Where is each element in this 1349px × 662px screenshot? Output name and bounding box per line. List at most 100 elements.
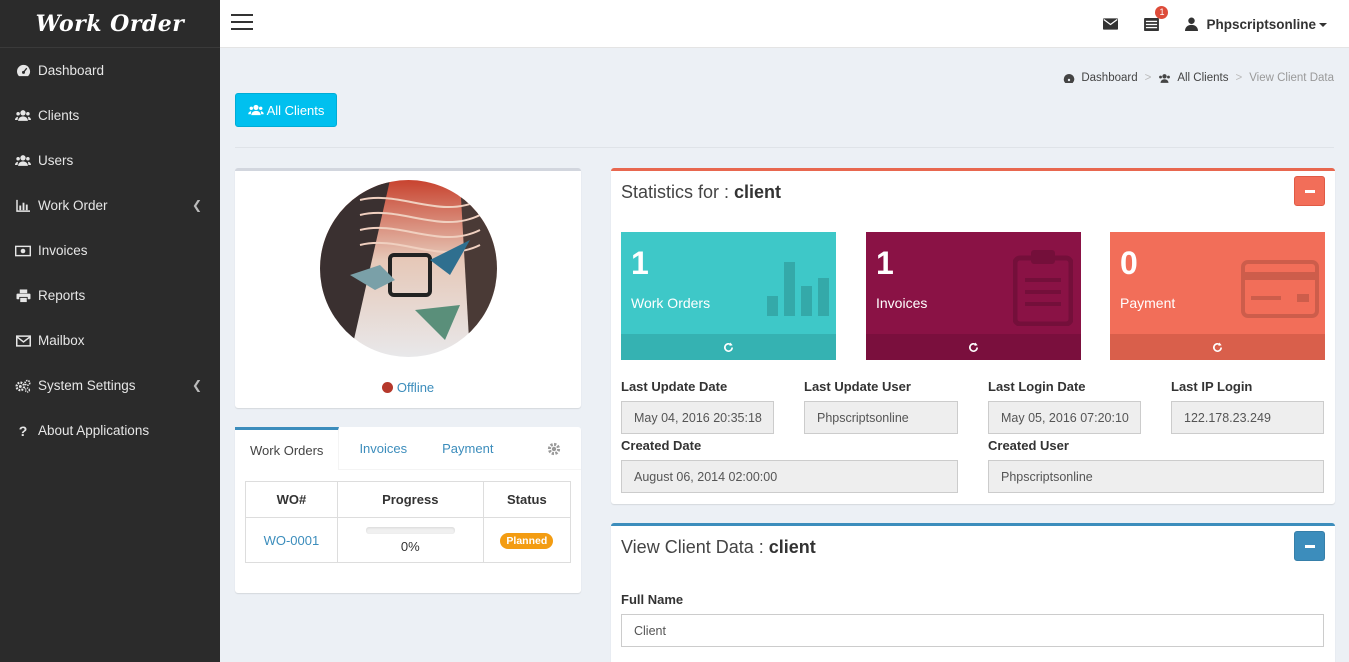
sidebar-item-work-order[interactable]: Work Order ❮ xyxy=(0,183,220,228)
tab-header: Work Orders Invoices Payment xyxy=(235,427,581,470)
users-icon xyxy=(247,104,264,116)
minus-icon xyxy=(1304,544,1315,548)
tab-payment[interactable]: Payment xyxy=(422,427,508,470)
tab-invoices[interactable]: Invoices xyxy=(339,427,422,470)
sidebar-item-label: Mailbox xyxy=(38,333,85,348)
user-menu[interactable]: Phpscriptsonline xyxy=(1185,17,1327,32)
app-logo[interactable]: Work Order xyxy=(0,0,220,48)
status-indicator: Offline xyxy=(235,380,581,395)
question-icon: ? xyxy=(18,422,28,439)
users-icon xyxy=(1158,73,1171,84)
chevron-left-icon: ❮ xyxy=(191,198,202,212)
full-name-field[interactable]: Client xyxy=(621,614,1324,647)
dashboard-icon xyxy=(15,63,31,79)
last-ip-login-label: Last IP Login xyxy=(1171,379,1253,394)
sidebar-item-reports[interactable]: Reports xyxy=(0,273,220,318)
view-client-title: View Client Data : client xyxy=(621,537,816,557)
sidebar-item-mailbox[interactable]: Mailbox xyxy=(0,318,220,363)
content-wrapper: Dashboard > All Clients > View Client Da… xyxy=(220,48,1349,662)
dashboard-icon xyxy=(1063,73,1075,84)
top-navbar: 1 Phpscriptsonline xyxy=(220,0,1349,48)
sidebar-item-about[interactable]: ? About Applications xyxy=(0,408,220,453)
users-icon xyxy=(15,108,31,124)
last-update-user-label: Last Update User xyxy=(804,379,911,394)
column-header: WO# xyxy=(245,481,338,518)
sidebar-menu: Dashboard Clients Users Work Order ❮ Inv… xyxy=(0,48,220,453)
messages-icon[interactable] xyxy=(1103,18,1119,30)
offline-dot-icon xyxy=(381,382,393,393)
all-clients-button[interactable]: All Clients xyxy=(235,93,337,127)
gear-icon[interactable] xyxy=(547,442,561,459)
view-client-data-box: View Client Data : client Full Name Clie… xyxy=(611,523,1335,662)
envelope-icon xyxy=(15,333,31,349)
last-update-date-label: Last Update Date xyxy=(621,379,728,394)
created-user-field[interactable]: Phpscriptsonline xyxy=(988,460,1324,493)
menu-toggle-icon[interactable] xyxy=(231,14,253,32)
card-label: Work Orders xyxy=(631,295,711,311)
sidebar-item-dashboard[interactable]: Dashboard xyxy=(0,48,220,93)
refresh-footer[interactable] xyxy=(621,334,836,360)
progress-bar xyxy=(365,526,455,534)
breadcrumb-dashboard[interactable]: Dashboard xyxy=(1081,72,1137,84)
print-icon xyxy=(15,288,31,304)
refresh-icon xyxy=(1213,341,1222,352)
breadcrumb-current: View Client Data xyxy=(1249,72,1334,84)
sidebar-item-system-settings[interactable]: System Settings ❮ xyxy=(0,363,220,408)
wo-number-link[interactable]: WO-0001 xyxy=(264,533,320,548)
app-title: Work Order xyxy=(35,10,185,37)
user-name: Phpscriptsonline xyxy=(1206,16,1316,32)
refresh-footer[interactable] xyxy=(1110,334,1325,360)
sidebar-item-label: Invoices xyxy=(38,243,88,258)
clipboard-icon xyxy=(1012,250,1074,329)
breadcrumb: Dashboard > All Clients > View Client Da… xyxy=(1063,72,1334,84)
refresh-icon xyxy=(724,341,733,352)
status-badge: Planned xyxy=(500,532,554,549)
notifications-icon[interactable]: 1 xyxy=(1144,5,1169,31)
invoices-card: 1 Invoices xyxy=(866,232,1081,360)
refresh-icon xyxy=(969,341,978,352)
statistics-title: Statistics for : client xyxy=(621,182,782,202)
tabs-box: Work Orders Invoices Payment WO# Progres… xyxy=(235,427,581,593)
card-value: 1 xyxy=(876,245,894,281)
statistics-box: Statistics for : client 1 Work Orders 1 … xyxy=(611,168,1335,504)
breadcrumb-all-clients[interactable]: All Clients xyxy=(1177,72,1228,84)
profile-box: Offline xyxy=(235,168,581,408)
created-user-label: Created User xyxy=(988,438,1069,453)
users-icon xyxy=(15,153,31,169)
sidebar-item-label: Users xyxy=(38,153,74,168)
user-icon xyxy=(1185,17,1199,31)
sidebar: Work Order Dashboard Clients Users Work … xyxy=(0,0,220,662)
last-update-date-field[interactable]: May 04, 2016 20:35:18 xyxy=(621,401,774,434)
created-date-field[interactable]: August 06, 2014 02:00:00 xyxy=(621,460,958,493)
sidebar-item-label: Reports xyxy=(38,288,86,303)
cogs-icon xyxy=(15,378,31,394)
collapse-button[interactable] xyxy=(1294,531,1325,561)
last-ip-login-field[interactable]: 122.178.23.249 xyxy=(1171,401,1324,434)
sidebar-item-label: Work Order xyxy=(38,198,108,213)
chevron-left-icon: ❮ xyxy=(191,378,202,392)
card-label: Payment xyxy=(1120,295,1176,311)
sidebar-item-users[interactable]: Users xyxy=(0,138,220,183)
navbar-right: 1 Phpscriptsonline xyxy=(1077,0,1327,48)
sidebar-item-label: About Applications xyxy=(38,423,150,438)
sidebar-item-label: Clients xyxy=(38,108,80,123)
sidebar-item-invoices[interactable]: Invoices xyxy=(0,228,220,273)
card-value: 0 xyxy=(1120,245,1138,281)
sidebar-item-clients[interactable]: Clients xyxy=(0,93,220,138)
credit-card-icon xyxy=(1241,260,1319,321)
bar-chart-icon xyxy=(767,256,831,319)
table-row: WO-0001 0% Planned xyxy=(245,517,572,563)
status-text[interactable]: Offline xyxy=(397,380,434,395)
tab-work-orders[interactable]: Work Orders xyxy=(235,427,340,470)
payment-card: 0 Payment xyxy=(1110,232,1325,360)
refresh-footer[interactable] xyxy=(866,334,1081,360)
bar-chart-icon xyxy=(15,198,31,214)
divider xyxy=(235,147,1334,148)
last-login-date-field[interactable]: May 05, 2016 07:20:10 xyxy=(988,401,1141,434)
avatar[interactable] xyxy=(320,180,497,357)
last-login-date-label: Last Login Date xyxy=(988,379,1086,394)
collapse-button[interactable] xyxy=(1294,176,1325,206)
progress-text: 0% xyxy=(400,538,420,554)
work-orders-table: WO# Progress Status WO-0001 0% Planned xyxy=(245,481,572,563)
last-update-user-field[interactable]: Phpscriptsonline xyxy=(804,401,958,434)
